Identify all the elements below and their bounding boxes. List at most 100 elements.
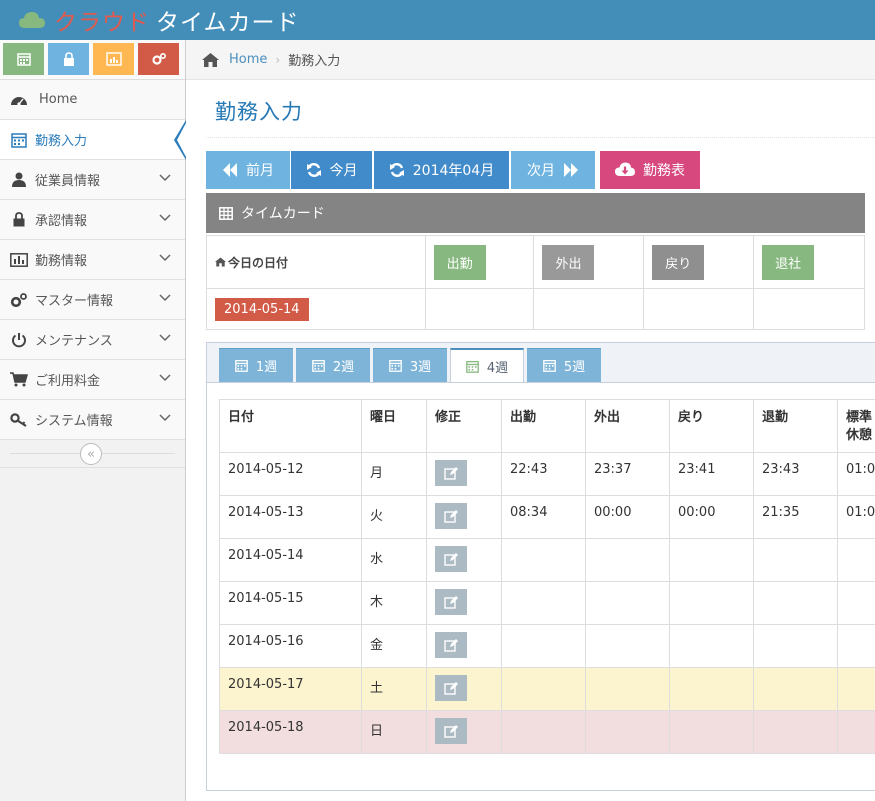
edit-icon — [444, 681, 458, 695]
column-header[interactable]: 出勤 — [501, 399, 586, 453]
shortcut-lock-button[interactable] — [48, 43, 89, 75]
chevron-down-icon — [159, 374, 171, 382]
tab-label: 1週 — [255, 360, 278, 375]
double-left-arrow-icon — [223, 163, 237, 177]
sidebar-item-home[interactable]: Home — [0, 80, 185, 120]
punch-in-time-cell — [501, 667, 586, 711]
next-month-label: 次月 — [527, 163, 555, 179]
attendance-table: 日付 曜日 修正 出勤 外出 戻り 退勤 標準 休憩 2014-05-12 月 22… — [219, 399, 875, 754]
edit-row-button[interactable] — [435, 546, 467, 572]
column-header[interactable]: 修正 — [426, 399, 502, 453]
edit-row-button[interactable] — [435, 632, 467, 658]
leave-time-cell — [753, 624, 838, 668]
edit-cell — [426, 538, 502, 582]
leave-cell: 退社 — [753, 235, 865, 289]
breadcrumb-home-link[interactable]: Home — [229, 52, 267, 67]
sidebar-shortcuts — [0, 40, 185, 80]
bar-chart-icon — [9, 252, 29, 267]
return-time-cell — [669, 624, 754, 668]
today-label-text: 今日の日付 — [228, 255, 289, 270]
sidebar-item-label: ご利用料金 — [35, 374, 101, 389]
tab-week-3[interactable]: 3週 — [373, 348, 447, 382]
tab-week-2[interactable]: 2週 — [296, 348, 370, 382]
weekday-cell: 月 — [361, 452, 427, 496]
this-month-button[interactable]: 今月 — [291, 151, 372, 189]
return-time-cell — [669, 667, 754, 711]
sidebar-item-maintenance[interactable]: メンテナンス — [0, 320, 185, 360]
return-cell: 戻り — [643, 235, 755, 289]
shortcut-calendar-button[interactable] — [3, 43, 44, 75]
leave-time-cell: 21:35 — [753, 495, 838, 539]
column-header[interactable]: 標準 休憩 — [837, 399, 875, 453]
shortcut-chart-button[interactable] — [93, 43, 134, 75]
punch-in-button[interactable]: 出勤 — [433, 244, 486, 280]
column-header[interactable]: 日付 — [219, 399, 362, 453]
return-time-cell — [669, 710, 754, 754]
shortcut-cogs-button[interactable] — [138, 43, 179, 75]
cogs-icon — [9, 292, 29, 308]
empty-cell — [643, 288, 755, 330]
go-out-button[interactable]: 外出 — [542, 244, 595, 280]
sidebar-item-label: マスター情報 — [35, 294, 114, 309]
current-month-button[interactable]: 2014年04月 — [374, 151, 509, 189]
page-header-divider — [206, 137, 875, 138]
cart-icon — [9, 372, 29, 387]
edit-row-button[interactable] — [435, 589, 467, 615]
date-cell: 2014-05-16 — [219, 624, 362, 668]
next-month-button[interactable]: 次月 — [511, 151, 595, 189]
punch-in-time-cell: 08:34 — [501, 495, 586, 539]
leave-button[interactable]: 退社 — [762, 244, 815, 280]
leave-time-cell: 23:43 — [753, 452, 838, 496]
sidebar-item-system[interactable]: システム情報 — [0, 400, 185, 440]
sidebar-item-work-input[interactable]: 勤務入力 — [0, 120, 186, 160]
cloud-icon — [19, 12, 45, 28]
calendar-icon — [312, 359, 325, 372]
column-header[interactable]: 退勤 — [753, 399, 838, 453]
sidebar-item-work-info[interactable]: 勤務情報 — [0, 240, 185, 280]
edit-icon — [444, 509, 458, 523]
edit-row-button[interactable] — [435, 718, 467, 744]
page-title: 勤務入力 — [215, 100, 303, 124]
prev-month-button[interactable]: 前月 — [206, 151, 290, 189]
return-button[interactable]: 戻り — [652, 244, 705, 280]
today-label-cell: 今日の日付 — [206, 235, 426, 289]
table-row: 2014-05-12月 22:4323:3723:4123:4301:00 — [219, 452, 875, 496]
timesheet-label: 勤務表 — [643, 163, 685, 179]
rest-time-cell: 01:00 — [837, 452, 875, 496]
column-header[interactable]: 外出 — [585, 399, 670, 453]
sidebar-item-approval[interactable]: 承認情報 — [0, 200, 185, 240]
empty-cell — [424, 288, 535, 330]
tab-week-5[interactable]: 5週 — [527, 348, 601, 382]
this-month-label: 今月 — [329, 163, 358, 179]
sidebar-item-billing[interactable]: ご利用料金 — [0, 360, 185, 400]
brand-logo[interactable]: クラウド タイムカード — [18, 0, 300, 40]
refresh-icon — [389, 163, 404, 177]
go-out-time-cell — [585, 581, 670, 625]
calendar-icon — [389, 359, 402, 372]
empty-cell — [533, 288, 645, 330]
tab-label: 4週 — [486, 361, 509, 376]
column-header[interactable]: 戻り — [669, 399, 754, 453]
home-icon — [215, 257, 226, 267]
edit-row-button[interactable] — [435, 460, 467, 486]
timesheet-download-button[interactable]: 勤務表 — [600, 151, 700, 189]
punch-in-time-cell — [501, 710, 586, 754]
rest-time-cell — [837, 624, 875, 668]
sidebar-item-employee[interactable]: 従業員情報 — [0, 160, 185, 200]
column-header[interactable]: 曜日 — [361, 399, 427, 453]
date-cell: 2014-05-17 — [219, 667, 362, 711]
brand-name-part2: タイムカード — [156, 10, 300, 36]
sidebar-item-master[interactable]: マスター情報 — [0, 280, 185, 320]
tab-week-1[interactable]: 1週 — [219, 348, 293, 382]
tab-week-4[interactable]: 4週 — [450, 348, 524, 383]
sidebar-item-label: 勤務情報 — [35, 254, 88, 269]
sidebar-item-label: メンテナンス — [35, 334, 113, 349]
calendar-icon — [543, 359, 556, 372]
chevron-down-icon — [159, 414, 171, 422]
sidebar-item-label: 承認情報 — [35, 214, 88, 229]
sidebar-collapse-button[interactable]: « — [80, 443, 102, 465]
date-cell: 2014-05-13 — [219, 495, 362, 539]
weekday-cell: 金 — [361, 624, 427, 668]
edit-row-button[interactable] — [435, 503, 467, 529]
edit-row-button[interactable] — [435, 675, 467, 701]
